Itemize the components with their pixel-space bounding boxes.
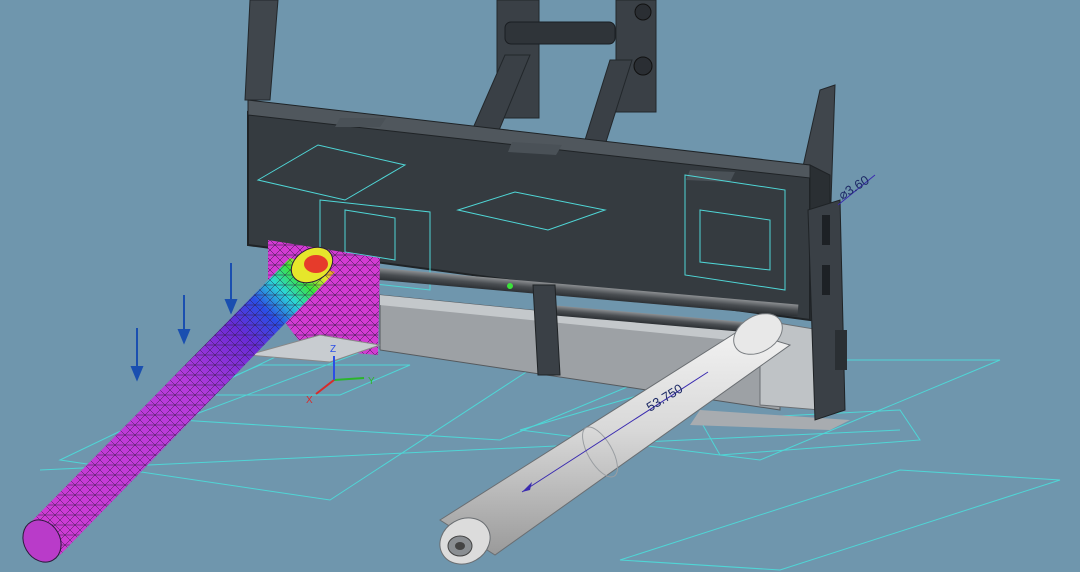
load-arrow-icon [224, 263, 238, 315]
triad-x-label: X [306, 395, 313, 406]
triad-z-label: Z [330, 344, 336, 355]
reference-point-icon[interactable] [507, 283, 513, 289]
left-tine-mesh [22, 246, 335, 563]
side-arm-right [807, 199, 847, 421]
load-arrow-icon [177, 295, 191, 345]
center-support [532, 284, 561, 376]
dimension-length: 53.750 [521, 371, 709, 493]
load-arrow-icon [130, 328, 144, 382]
dimension-diameter: ⌀3.60 [836, 172, 876, 206]
cad-viewport[interactable]: 53.750 ⌀3.60 Y Z X [0, 0, 1080, 572]
triad-y-label: Y [368, 376, 375, 387]
diameter-dimension-label[interactable]: ⌀3.60 [836, 172, 872, 202]
model-scene[interactable]: 53.750 ⌀3.60 Y Z X [0, 0, 1080, 572]
